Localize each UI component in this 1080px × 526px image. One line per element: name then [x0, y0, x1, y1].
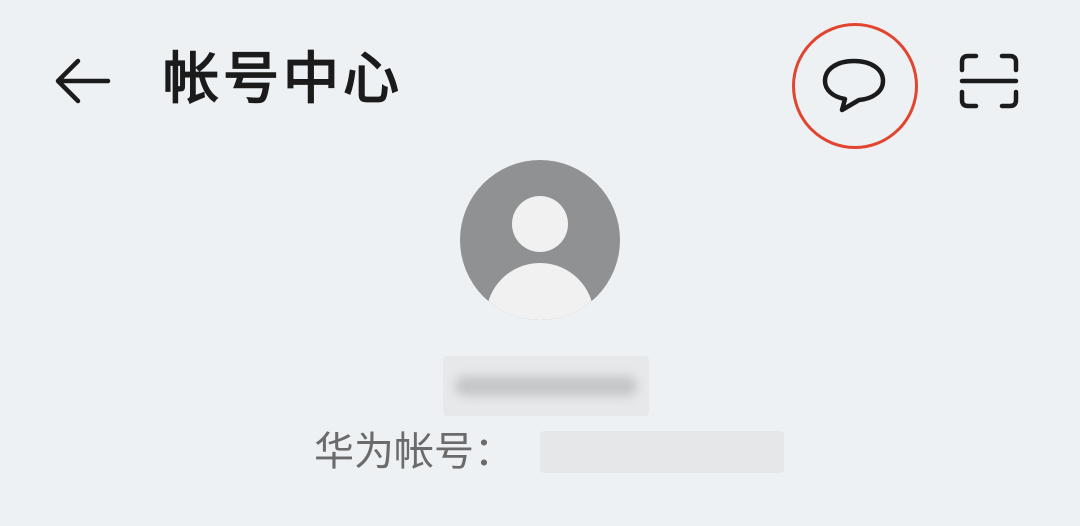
username-redacted — [443, 356, 649, 416]
back-button[interactable] — [42, 46, 122, 116]
account-value-redacted — [540, 431, 784, 473]
feedback-button[interactable] — [792, 23, 918, 149]
account-id-row: 华为帐号： — [314, 424, 784, 480]
arrow-left-icon — [55, 58, 111, 104]
scan-frame-icon — [959, 53, 1019, 109]
avatar-head-shape — [512, 196, 568, 252]
page-title: 帐号中心 — [163, 47, 403, 112]
account-label: 华为帐号： — [314, 429, 514, 475]
avatar-body-shape — [486, 263, 594, 320]
default-user-avatar-icon[interactable] — [460, 160, 620, 320]
top-app-bar: 帐号中心 — [0, 0, 1080, 160]
scan-button[interactable] — [946, 45, 1032, 117]
highlight-circle — [792, 23, 918, 149]
